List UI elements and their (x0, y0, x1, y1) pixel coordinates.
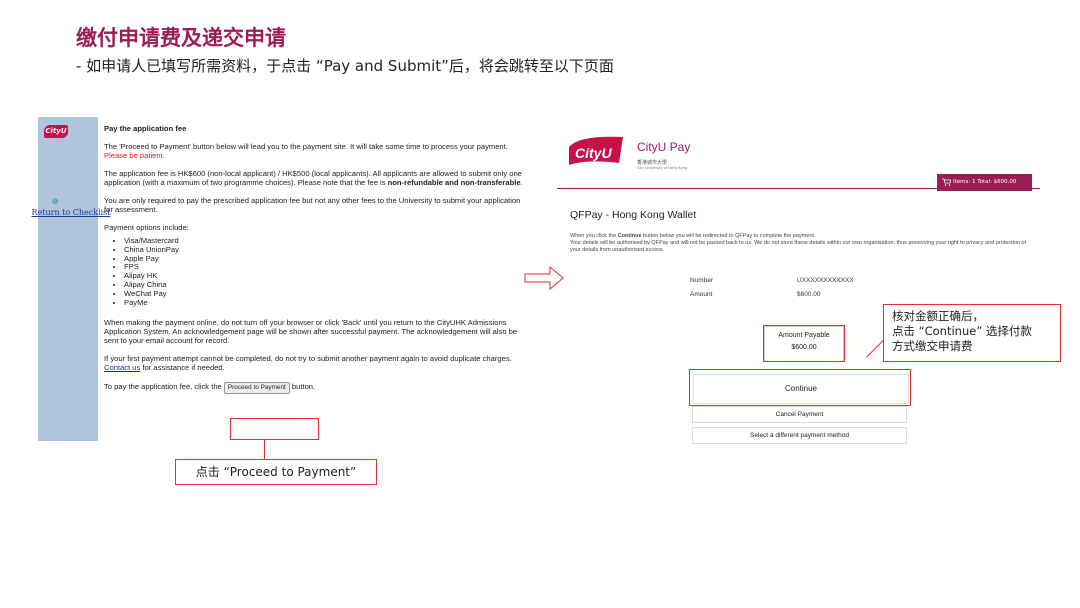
contact-us-link[interactable]: Contact us (104, 363, 140, 372)
payment-option: Alipay HK (124, 271, 528, 281)
para-text: for assistance if needed. (140, 363, 225, 373)
brand-english-name: City University of Hong Kong (637, 166, 688, 170)
payment-option: PayMe (124, 298, 528, 308)
payment-option: Visa/Mastercard (124, 236, 528, 246)
brand-name: CityU Pay (637, 140, 691, 154)
cancel-payment-button[interactable]: Cancel Payment (692, 406, 907, 423)
desc-text: button below you will be redirected to Q… (641, 233, 816, 239)
payment-option: WeChat Pay (124, 289, 528, 299)
para-text: button. (289, 382, 316, 392)
number-label: Number (690, 277, 714, 284)
payment-options-list: Visa/MastercardChina UnionPayApple PayFP… (104, 236, 528, 309)
payment-option: FPS (124, 263, 528, 272)
application-system-screenshot: CityU Return to Checklist Pay the applic… (32, 117, 532, 441)
callout-line: 核对金额正确后， (892, 309, 984, 323)
payment-method-title: QFPay - Hong Kong Wallet (570, 209, 697, 221)
continue-callout: 核对金额正确后， 点击 “Continue” 选择付款 方式缴交申请费 (883, 304, 1061, 362)
proceed-callout: 点击 “Proceed to Payment” (175, 459, 377, 485)
header-divider (557, 188, 1040, 189)
callout-line: 方式缴交申请费 (892, 338, 973, 353)
globe-icon (52, 198, 58, 204)
select-payment-method-button[interactable]: Select a different payment method (692, 427, 907, 444)
number-value: UXXXXXXXXXXXX (797, 277, 854, 284)
payment-instructions: Pay the application fee The 'Proceed to … (104, 124, 528, 403)
patience-notice: Please be patient. (104, 150, 165, 160)
amount-highlight-box (763, 325, 845, 362)
annotation-connector (264, 440, 265, 459)
cart-icon (942, 178, 952, 186)
para-text: If your first payment attempt cannot be … (104, 354, 512, 364)
logo-text: CityU (575, 145, 612, 161)
proceed-paragraph: To pay the application fee, click the Pr… (104, 382, 528, 394)
amount-value: $600.00 (797, 291, 821, 298)
brand-chinese-name: 香港城市大學 (637, 160, 668, 166)
payment-description: When you click the Continue button below… (570, 233, 1030, 254)
warning-paragraph: When making the payment online, do not t… (104, 318, 518, 346)
para-text: . (520, 177, 523, 187)
cart-summary: Items: 1 Total: $600.00 (953, 179, 1017, 185)
privacy-notice: Your details will be authorised by QFPay… (570, 240, 1027, 254)
section-heading: Pay the application fee (104, 124, 187, 133)
sidebar: CityU Return to Checklist (32, 117, 111, 441)
para-text: To pay the application fee, click the (104, 382, 224, 392)
amount-label: Amount (690, 291, 713, 298)
non-refundable-notice: non-refundable and non-transferable (387, 177, 521, 187)
continue-highlight-box (689, 369, 911, 406)
para-text: The 'Proceed to Payment' button below wi… (104, 141, 508, 151)
fee-paragraph: The application fee is HK$600 (non-local… (104, 169, 528, 188)
payment-option: Apple Pay (124, 254, 528, 264)
desc-bold: Continue (617, 233, 642, 239)
redirect-notice: When you click the Continue button below… (570, 233, 1030, 240)
proceed-highlight-box (230, 418, 319, 440)
proceed-to-payment-button[interactable]: Proceed to Payment (223, 382, 290, 394)
fee-scope-paragraph: You are only required to pay the prescri… (104, 195, 521, 214)
payment-option: China UnionPay (124, 245, 528, 255)
payment-options-label: Payment options include: (104, 222, 189, 232)
page-subtitle: - 如申请人已填写所需资料，于点击 “Pay and Submit”后，将会跳转… (76, 57, 614, 75)
desc-text: When you click the (570, 233, 618, 239)
page-title: 缴付申请费及递交申请 (76, 26, 286, 50)
duplicate-charge-paragraph: If your first payment attempt cannot be … (104, 354, 528, 373)
cityu-logo: CityU (44, 125, 68, 138)
cityu-logo: CityU (569, 136, 623, 165)
callout-line: 点击 “Continue” 选择付款 (892, 323, 1032, 338)
payment-option: Alipay China (124, 280, 528, 290)
instruction-paragraph: The 'Proceed to Payment' button below wi… (104, 141, 528, 161)
